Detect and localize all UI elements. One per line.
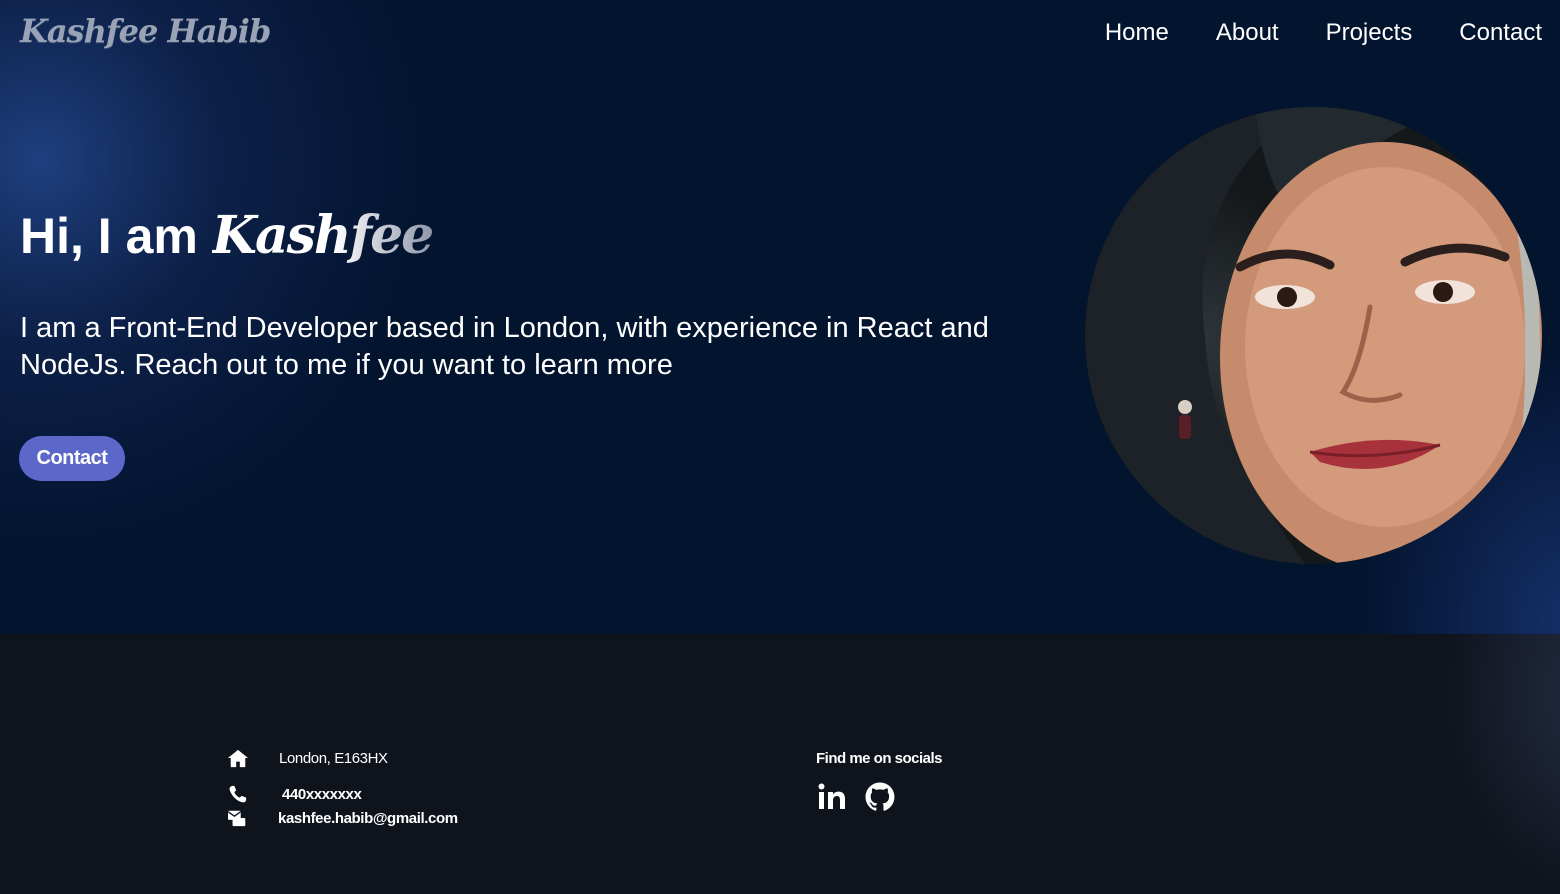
address-row: London, E163HX — [227, 748, 388, 768]
email-row: kashfee.habib@gmail.com — [227, 808, 458, 828]
email-text[interactable]: kashfee.habib@gmail.com — [278, 810, 458, 827]
site-footer: London, E163HX 440xxxxxxx kashfee.habib@… — [0, 634, 1560, 894]
phone-row: 440xxxxxxx — [227, 784, 362, 804]
linkedin-icon[interactable] — [816, 781, 848, 813]
profile-photo — [1085, 107, 1542, 564]
address-text: London, E163HX — [279, 749, 388, 767]
phone-icon — [227, 784, 249, 804]
socials-heading: Find me on socials — [816, 750, 943, 767]
social-links — [816, 781, 896, 813]
nav-link-contact[interactable]: Contact — [1459, 18, 1542, 48]
nav-link-about[interactable]: About — [1216, 18, 1279, 48]
site-logo[interactable]: Kashfee Habib — [20, 12, 271, 50]
nav-link-home[interactable]: Home — [1105, 18, 1169, 48]
main-nav: Home About Projects Contact — [1105, 18, 1542, 48]
portrait-illustration — [1085, 107, 1542, 564]
email-icon — [227, 808, 249, 828]
hero-section: Kashfee Habib Home About Projects Contac… — [0, 0, 1560, 634]
hero-intro: I am a Front-End Developer based in Lond… — [20, 312, 989, 381]
hero-headline: Hi, I am Kashfee — [20, 200, 435, 272]
github-icon[interactable] — [864, 781, 896, 813]
hero-greeting: Hi, I am — [20, 208, 198, 264]
home-icon — [227, 748, 249, 768]
hero-name: Kashfee — [211, 205, 435, 266]
nav-link-projects[interactable]: Projects — [1326, 18, 1413, 48]
contact-button[interactable]: Contact — [19, 436, 125, 481]
phone-text: 440xxxxxxx — [282, 785, 362, 803]
